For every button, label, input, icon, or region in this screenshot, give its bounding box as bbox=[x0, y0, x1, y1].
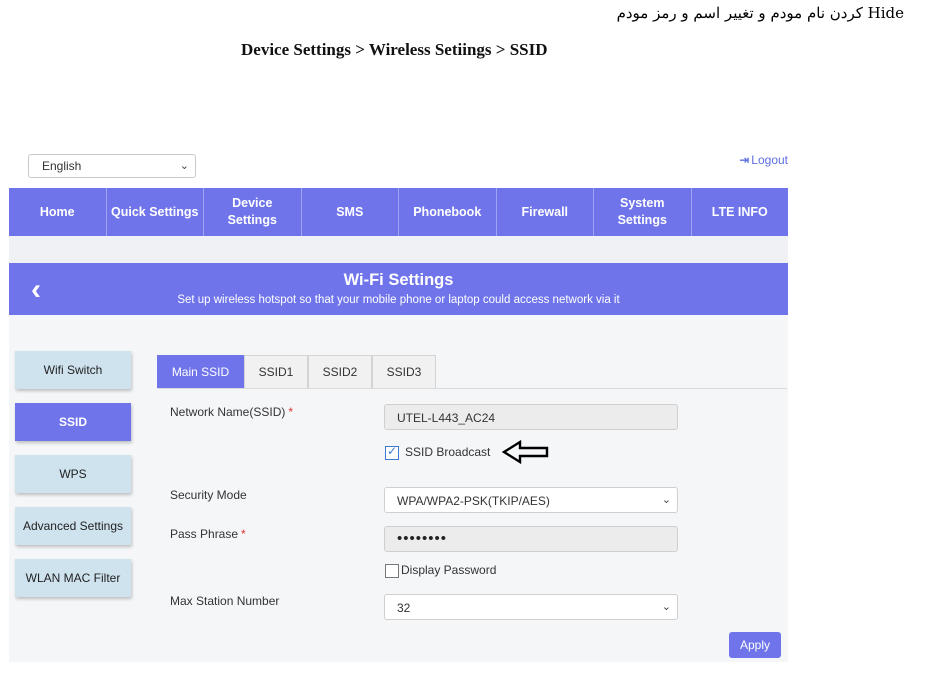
nav-item-sms[interactable]: SMS bbox=[302, 188, 399, 236]
language-select-value: English bbox=[42, 159, 82, 173]
page-title: Wi-Fi Settings bbox=[343, 271, 454, 289]
network-name-label: Network Name(SSID) * bbox=[170, 405, 294, 419]
logout-link[interactable]: ⇥ Logout bbox=[739, 153, 788, 167]
security-mode-value: WPA/WPA2-PSK(TKIP/AES) bbox=[397, 494, 550, 508]
nav-item-lte-info[interactable]: LTE INFO bbox=[692, 188, 789, 236]
network-name-field[interactable]: UTEL-L443_AC24 bbox=[384, 404, 678, 430]
language-select[interactable]: English ⌄ bbox=[28, 154, 196, 178]
tab-main-ssid[interactable]: Main SSID bbox=[157, 355, 244, 388]
max-station-value: 32 bbox=[397, 601, 411, 615]
ssid-broadcast-label: SSID Broadcast bbox=[405, 445, 491, 459]
sidebar-item-ssid[interactable]: SSID bbox=[15, 403, 131, 441]
chevron-down-icon: ⌄ bbox=[661, 494, 671, 506]
required-mark: * bbox=[288, 405, 294, 419]
arrow-left-icon bbox=[501, 439, 549, 465]
tab-ssid1[interactable]: SSID1 bbox=[244, 355, 308, 388]
nav-item-device-settings[interactable]: Device Settings bbox=[204, 188, 302, 236]
ssid-tabs: Main SSID SSID1 SSID2 SSID3 bbox=[157, 355, 436, 389]
router-admin-screenshot: English ⌄ ⇥ Logout Home Quick Settings De… bbox=[9, 150, 788, 662]
nav-item-home[interactable]: Home bbox=[9, 188, 107, 236]
nav-item-phonebook[interactable]: Phonebook bbox=[399, 188, 497, 236]
page-banner: ‹ Wi-Fi Settings Set up wireless hotspot… bbox=[9, 263, 788, 315]
sidebar-item-wlan-mac-filter[interactable]: WLAN MAC Filter bbox=[15, 559, 131, 597]
logout-icon: ⇥ bbox=[739, 153, 750, 167]
top-bar: English ⌄ ⇥ Logout bbox=[9, 150, 788, 188]
required-mark: * bbox=[241, 527, 246, 541]
sidebar-item-wifi-switch[interactable]: Wifi Switch bbox=[15, 351, 131, 389]
chevron-down-icon: ⌄ bbox=[661, 601, 671, 613]
display-password-label: Display Password bbox=[401, 563, 497, 577]
page-subtitle: Set up wireless hotspot so that your mob… bbox=[177, 294, 620, 306]
display-password-checkbox[interactable] bbox=[385, 564, 399, 578]
max-station-select[interactable]: 32 ⌄ bbox=[384, 594, 678, 620]
chevron-down-icon: ⌄ bbox=[179, 160, 189, 172]
apply-button[interactable]: Apply bbox=[729, 632, 781, 658]
security-mode-select[interactable]: WPA/WPA2-PSK(TKIP/AES) ⌄ bbox=[384, 487, 678, 513]
sidebar-item-advanced-settings[interactable]: Advanced Settings bbox=[15, 507, 131, 545]
max-station-label: Max Station Number bbox=[170, 594, 280, 608]
ssid-broadcast-checkbox[interactable] bbox=[385, 444, 399, 460]
tab-ssid3[interactable]: SSID3 bbox=[372, 355, 436, 388]
document-caption: Hide کردن نام مودم و تغییر اسم و رمز مود… bbox=[616, 4, 904, 22]
security-mode-label: Security Mode bbox=[170, 488, 247, 502]
tab-divider bbox=[157, 388, 787, 389]
pass-phrase-label: Pass Phrase * bbox=[170, 527, 246, 541]
pass-phrase-field[interactable]: •••••••• bbox=[384, 526, 678, 552]
main-nav: Home Quick Settings Device Settings SMS … bbox=[9, 188, 788, 236]
sidebar-item-wps[interactable]: WPS bbox=[15, 455, 131, 493]
document-heading: Device Settings > Wireless Setiings > SS… bbox=[241, 40, 548, 59]
nav-item-system-settings[interactable]: System Settings bbox=[594, 188, 692, 236]
nav-spacer bbox=[9, 236, 788, 263]
tab-ssid2[interactable]: SSID2 bbox=[308, 355, 372, 388]
nav-item-firewall[interactable]: Firewall bbox=[497, 188, 594, 236]
logout-label: Logout bbox=[751, 153, 788, 167]
nav-item-quick-settings[interactable]: Quick Settings bbox=[107, 188, 204, 236]
